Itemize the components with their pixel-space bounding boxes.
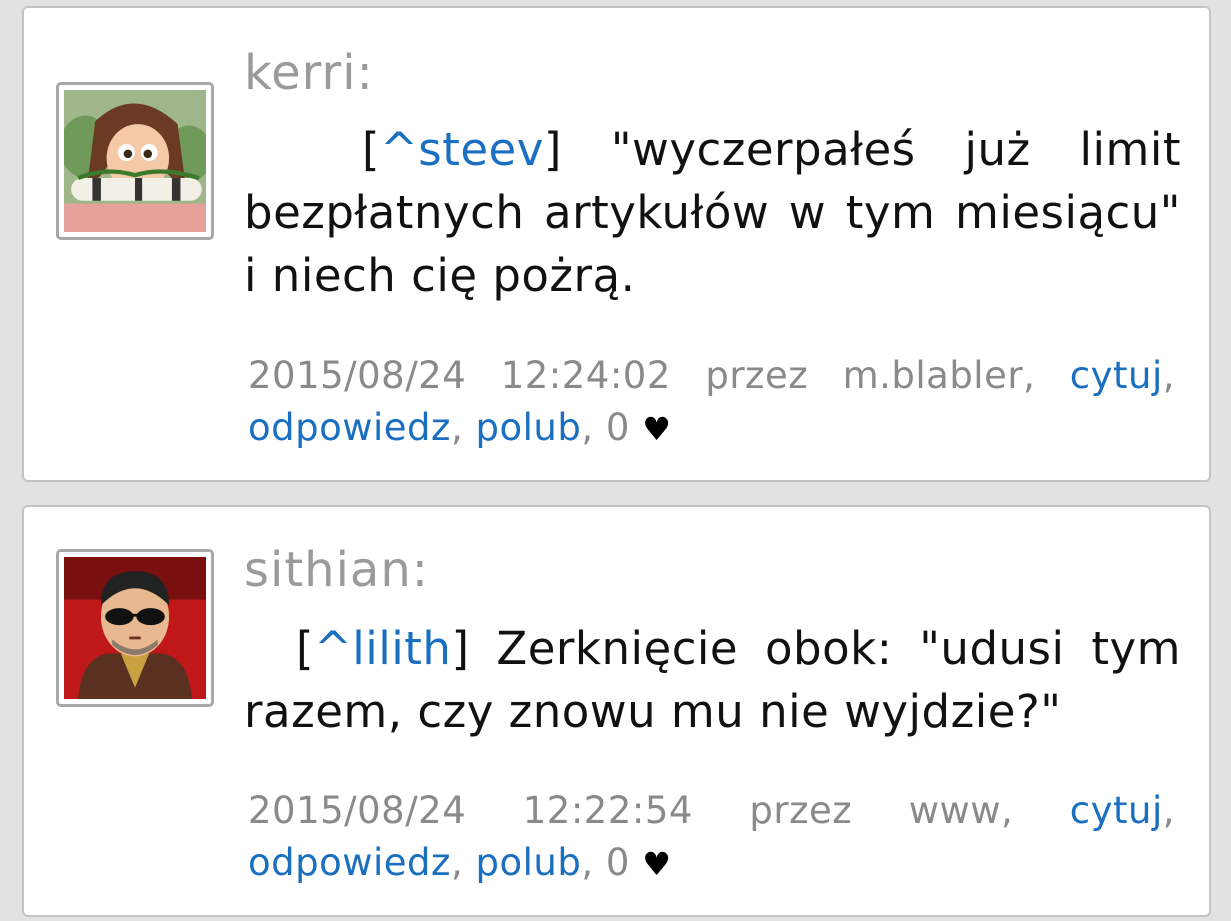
like-link[interactable]: polub [476, 841, 582, 884]
quote-link[interactable]: cytuj [1070, 354, 1163, 397]
man-sunglasses-avatar-icon [64, 557, 206, 699]
comment-date: 2015/08/24 [248, 789, 467, 832]
comment-username[interactable]: kerri: [244, 44, 374, 102]
like-count: 0 [605, 841, 630, 884]
by-label: przez [749, 789, 853, 832]
by-label: przez [705, 354, 809, 397]
comment-author: www, [908, 789, 1014, 832]
comment-time: 12:22:54 [522, 789, 693, 832]
quote-link[interactable]: cytuj [1070, 789, 1163, 832]
user-avatar[interactable] [56, 549, 214, 707]
reply-link[interactable]: odpowiedz [248, 841, 451, 884]
comment-card: kerri: [^steev] "wyczerpałeś już limit b… [22, 6, 1211, 482]
comment-body: [^lilith] Zerknięcie obok: "udusi tym ra… [244, 622, 1181, 738]
user-avatar[interactable] [56, 82, 214, 240]
mention-link[interactable]: ^steev [380, 123, 544, 176]
comment-meta: 2015/08/24 12:22:54 przez www, cytuj, od… [248, 789, 1175, 884]
heart-icon: ♥ [642, 410, 672, 448]
comment-username[interactable]: sithian: [244, 541, 429, 599]
heart-icon: ♥ [642, 845, 672, 883]
reply-link[interactable]: odpowiedz [248, 406, 451, 449]
comment-meta: 2015/08/24 12:24:02 przez m.blabler, cyt… [248, 354, 1176, 449]
mention-link[interactable]: ^lilith [314, 622, 451, 675]
comment-body: [^steev] "wyczerpałeś już limit bezpłatn… [244, 123, 1181, 302]
like-count: 0 [605, 406, 630, 449]
comment-author: m.blabler [842, 354, 1024, 397]
comment-time: 12:24:02 [500, 354, 671, 397]
comment-date: 2015/08/24 [248, 354, 467, 397]
like-link[interactable]: polub [476, 406, 582, 449]
girl-avatar-icon [64, 90, 206, 232]
comment-card: sithian: [^lilith] Zerknięcie obok: "udu… [22, 505, 1211, 917]
